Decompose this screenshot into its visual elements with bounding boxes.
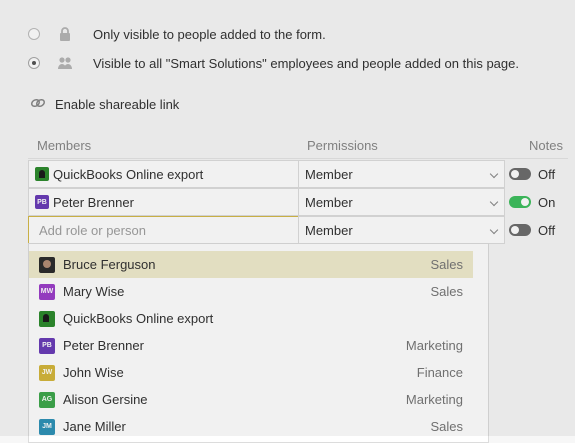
avatar: JW: [39, 364, 55, 381]
dropdown-item[interactable]: PB Peter Brenner Marketing: [29, 332, 473, 359]
item-name: John Wise: [63, 365, 124, 380]
link-icon: [30, 95, 46, 114]
people-icon: [57, 55, 73, 71]
radio-private[interactable]: [28, 28, 40, 40]
member-row[interactable]: PB Peter Brenner: [28, 188, 299, 216]
visibility-option-company[interactable]: Visible to all "Smart Solutions" employe…: [28, 54, 519, 72]
notes-toggle[interactable]: Off: [509, 216, 555, 244]
dropdown-item[interactable]: MW Mary Wise Sales: [29, 278, 473, 305]
visibility-option-label: Visible to all "Smart Solutions" employe…: [93, 55, 519, 71]
lock-icon: [57, 26, 73, 42]
toggle-switch[interactable]: [509, 196, 531, 208]
toggle-label: Off: [538, 166, 556, 182]
avatar: PB: [35, 195, 49, 209]
input-placeholder: Add role or person: [39, 222, 146, 238]
toggle-label: On: [538, 194, 556, 210]
add-member-input[interactable]: Add role or person: [28, 216, 299, 244]
radio-company[interactable]: [28, 57, 40, 69]
member-name: Peter Brenner: [53, 194, 134, 210]
avatar: [39, 256, 55, 273]
permissions-header: Permissions: [307, 138, 378, 153]
item-department: Sales: [430, 257, 463, 272]
member-row[interactable]: QuickBooks Online export: [28, 160, 299, 188]
item-department: Marketing: [405, 338, 463, 353]
avatar: PB: [39, 337, 55, 354]
quickbooks-icon: [35, 167, 49, 181]
item-name: Alison Gersine: [63, 392, 148, 407]
notes-toggle[interactable]: On: [509, 188, 555, 216]
permission-select[interactable]: Member: [298, 216, 505, 244]
visibility-option-private[interactable]: Only visible to people added to the form…: [28, 25, 326, 43]
chevron-down-icon: [489, 197, 499, 207]
permission-select[interactable]: Member: [298, 160, 505, 188]
notes-toggle[interactable]: Off: [509, 160, 555, 188]
dropdown-item[interactable]: JW John Wise Finance: [29, 359, 473, 386]
item-name: Mary Wise: [63, 284, 125, 299]
toggle-label: Off: [538, 222, 556, 238]
permission-value: Member: [305, 194, 353, 210]
item-department: Finance: [416, 365, 463, 380]
dropdown-item[interactable]: Bruce Ferguson Sales: [29, 251, 473, 278]
dropdown-item[interactable]: AG Alison Gersine Marketing: [29, 386, 473, 413]
item-department: Sales: [430, 419, 463, 434]
member-suggestion-dropdown[interactable]: Bruce Ferguson Sales MW Mary Wise Sales …: [28, 243, 489, 443]
chevron-down-icon: [489, 169, 499, 179]
avatar: MW: [39, 283, 55, 300]
item-name: QuickBooks Online export: [63, 311, 214, 326]
item-name: Jane Miller: [63, 419, 126, 434]
table-divider: [28, 158, 568, 159]
item-department: Sales: [430, 284, 463, 299]
item-name: Bruce Ferguson: [63, 257, 156, 272]
permission-value: Member: [305, 222, 353, 238]
quickbooks-icon: [39, 310, 55, 327]
item-department: Marketing: [405, 392, 463, 407]
permission-select[interactable]: Member: [298, 188, 505, 216]
item-name: Peter Brenner: [63, 338, 144, 353]
permission-value: Member: [305, 166, 353, 182]
dropdown-item[interactable]: QuickBooks Online export: [29, 305, 473, 332]
member-name: QuickBooks Online export: [53, 166, 204, 182]
avatar: JM: [39, 418, 55, 435]
visibility-option-label: Only visible to people added to the form…: [93, 26, 326, 42]
toggle-switch[interactable]: [509, 168, 531, 180]
avatar: AG: [39, 391, 55, 408]
chevron-down-icon: [489, 225, 499, 235]
shareable-link-label: Enable shareable link: [55, 97, 180, 112]
toggle-switch[interactable]: [509, 224, 531, 236]
members-header: Members: [37, 138, 92, 153]
shareable-link-toggle[interactable]: Enable shareable link: [30, 95, 179, 114]
notes-header: Notes: [529, 138, 563, 153]
